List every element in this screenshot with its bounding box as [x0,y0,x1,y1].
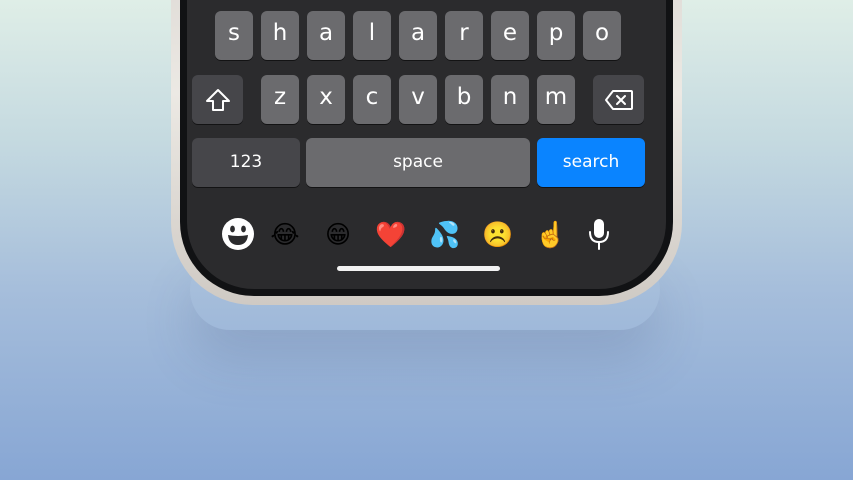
key-l[interactable]: l [353,11,391,60]
key-b[interactable]: b [445,75,483,124]
delete-key[interactable] [593,75,644,124]
keyboard-screen: s h a l a r e p o z x c v b n m 123 spac… [187,0,666,289]
backspace-icon [604,89,633,110]
key-p[interactable]: p [537,11,575,60]
key-c[interactable]: c [353,75,391,124]
numbers-key[interactable]: 123 [192,138,300,187]
phone-bezel: s h a l a r e p o z x c v b n m 123 spac… [180,0,673,296]
emoji-beaming-grin[interactable]: 😁 [321,217,355,251]
emoji-index-pointing-up[interactable]: ☝️ [534,217,568,251]
shift-key[interactable] [192,75,243,124]
key-n[interactable]: n [491,75,529,124]
phone-frame: s h a l a r e p o z x c v b n m 123 spac… [171,0,682,305]
emoji-tears-of-joy[interactable]: 😂 [268,217,302,251]
key-a[interactable]: a [307,11,345,60]
key-h[interactable]: h [261,11,299,60]
search-key[interactable]: search [537,138,645,187]
key-x[interactable]: x [307,75,345,124]
emoji-sweat-droplets[interactable]: 💦 [428,217,462,251]
key-z[interactable]: z [261,75,299,124]
home-indicator [337,266,500,271]
emoji-red-heart[interactable]: ❤️ [374,217,408,251]
shift-arrow-icon [205,88,230,111]
emoji-keyboard-icon[interactable] [221,217,255,251]
key-r[interactable]: r [445,11,483,60]
space-key[interactable]: space [306,138,530,187]
key-v[interactable]: v [399,75,437,124]
key-s[interactable]: s [215,11,253,60]
key-e[interactable]: e [491,11,529,60]
key-a-2[interactable]: a [399,11,437,60]
emoji-frowning-face[interactable]: ☹️ [481,217,515,251]
key-m[interactable]: m [537,75,575,124]
microphone-icon[interactable] [582,217,616,251]
key-o[interactable]: o [583,11,621,60]
